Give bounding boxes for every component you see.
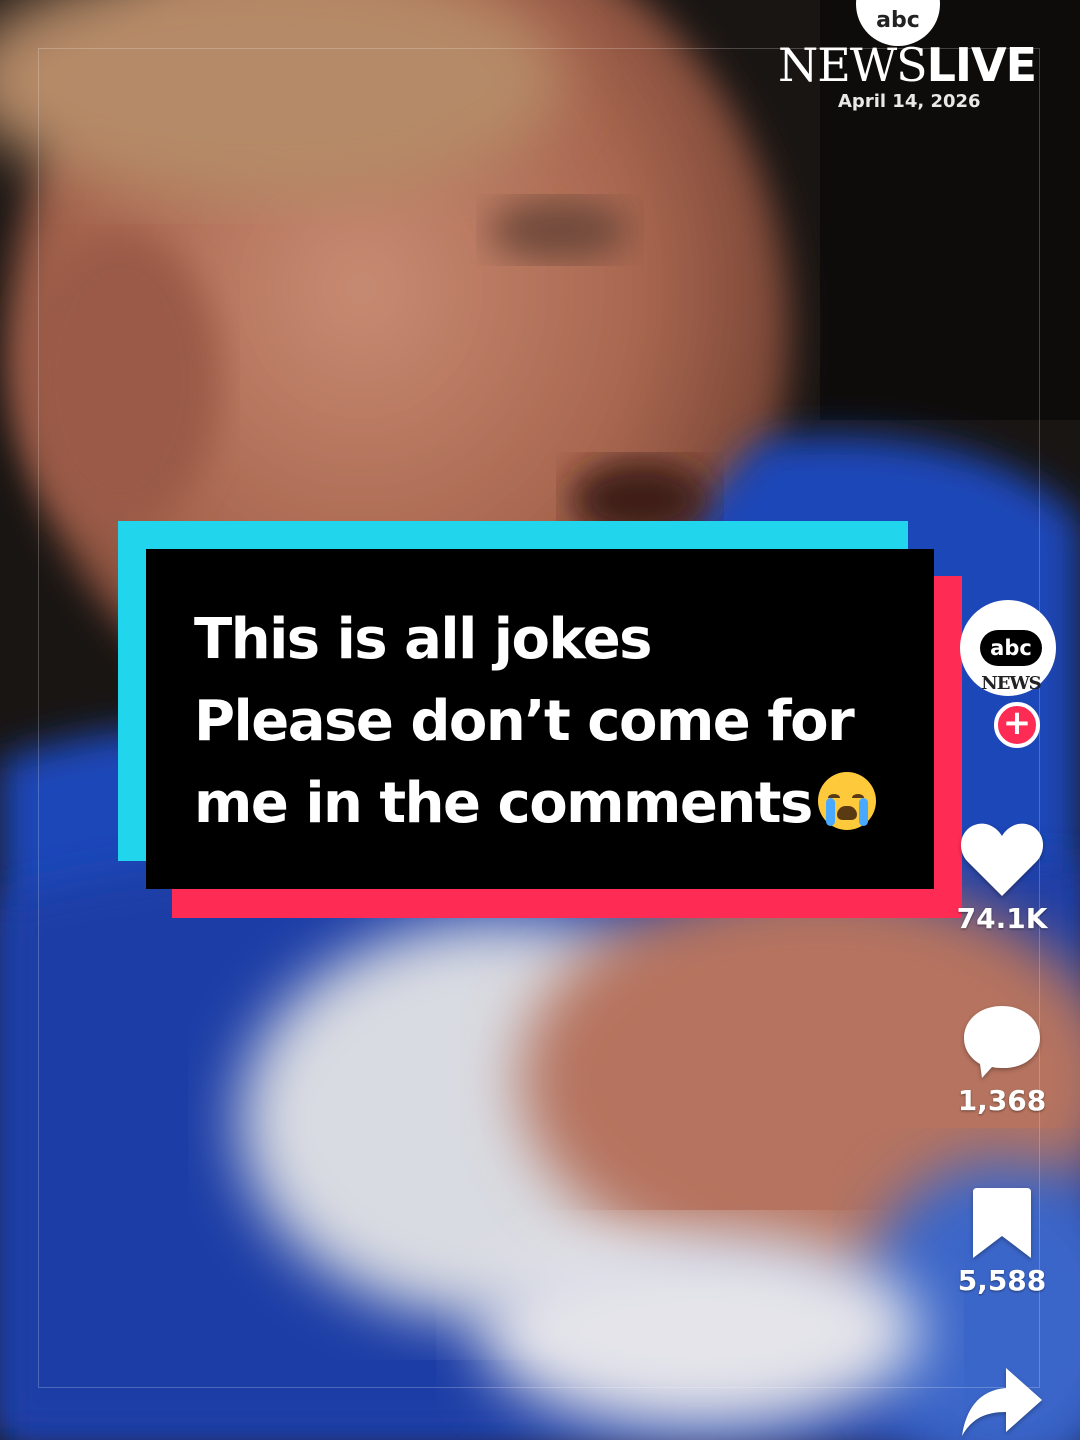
follow-button[interactable]: + xyxy=(994,702,1040,748)
avatar-abc-text: abc xyxy=(980,630,1042,666)
caption-line-3: me in the comments xyxy=(194,763,876,845)
avatar-news-text: NEWS xyxy=(981,673,1041,694)
comment-count: 1,368 xyxy=(957,1084,1047,1117)
abc-logo-text: abc xyxy=(876,8,920,33)
save-count: 5,588 xyxy=(957,1264,1047,1297)
news-wordmark: NEWS xyxy=(778,38,928,92)
caption-box: This is all jokes Please don’t come for … xyxy=(146,549,934,889)
share-button[interactable] xyxy=(946,1366,1058,1440)
loudly-crying-face-icon xyxy=(817,772,876,830)
caption-line-1: This is all jokes xyxy=(194,607,653,672)
like-button[interactable]: 74.1K xyxy=(946,822,1058,935)
comment-icon xyxy=(964,1006,1040,1078)
caption-line-3-text: me in the comments xyxy=(194,771,813,836)
news-live-wordmark: NEWSLIVE xyxy=(778,40,1038,90)
live-wordmark: LIVE xyxy=(926,38,1037,92)
save-button[interactable]: 5,588 xyxy=(946,1188,1058,1297)
abc-news-live-logo: abc NEWSLIVE April 14, 2026 xyxy=(770,0,1040,120)
share-arrow-icon xyxy=(962,1368,1042,1436)
action-rail: abc NEWS + 74.1K 1,368 5,588 xyxy=(946,600,1058,1440)
caption-text: This is all jokes Please don’t come for … xyxy=(194,599,876,845)
account-avatar[interactable]: abc NEWS + xyxy=(960,600,1056,748)
bookmark-icon xyxy=(973,1188,1031,1258)
comment-button[interactable]: 1,368 xyxy=(946,1004,1058,1117)
broadcast-date: April 14, 2026 xyxy=(838,91,981,112)
like-count: 74.1K xyxy=(956,902,1048,935)
caption-line-2: Please don’t come for xyxy=(194,689,855,754)
heart-icon xyxy=(960,823,1044,896)
